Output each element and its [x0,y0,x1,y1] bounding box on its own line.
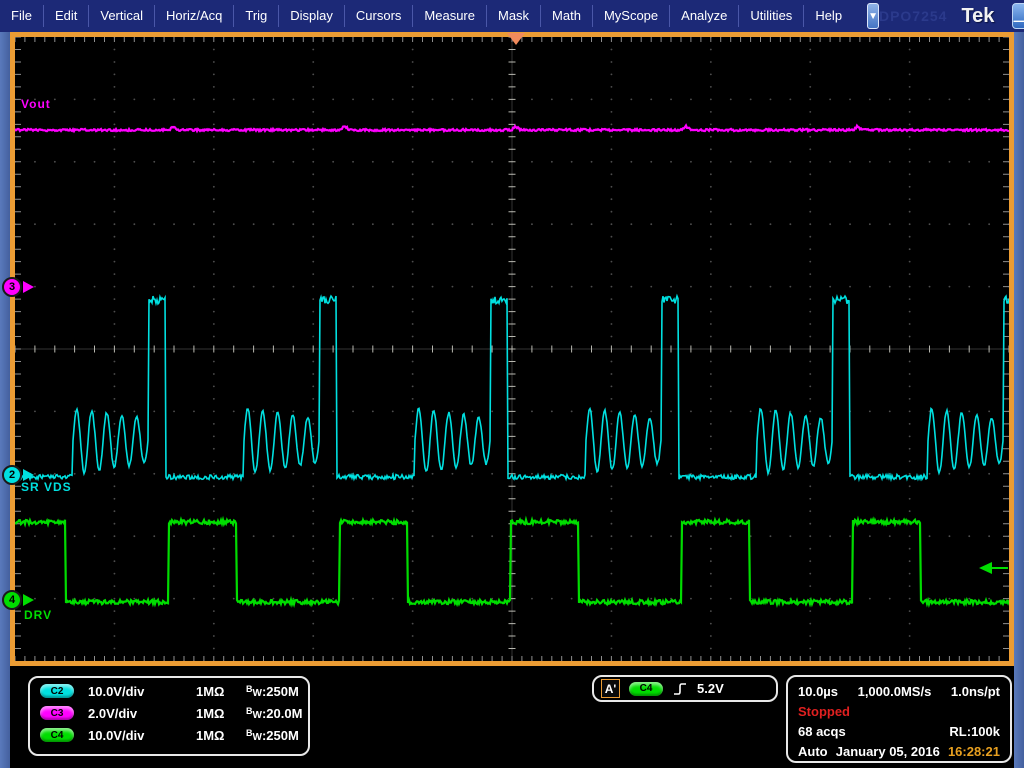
timebase-row: 10.0µs 1,000.0MS/s 1.0ns/pt [798,681,1000,701]
record-length: RL:100k [949,724,1000,739]
trigger-source-pill[interactable]: C4 [629,682,663,696]
tek-logo: Tek [961,5,994,28]
acq-state: Stopped [798,704,850,719]
c2-impedance: 1MΩ [196,684,246,699]
channel-4-arrow-icon [23,594,34,606]
acquisition-readout-box[interactable]: 10.0µs 1,000.0MS/s 1.0ns/pt Stopped 68 a… [786,675,1012,763]
time-per-div: 10.0µs [798,684,838,699]
right-window-strip [1014,32,1024,768]
channel-2-arrow-icon [23,469,34,481]
waveform-label-vout: Vout [21,97,51,111]
c2-bandwidth: BW:250M [246,684,299,699]
titlebar: File Edit Vertical Horiz/Acq Trig Displa… [0,0,1024,32]
channel-4-badge: 4 [2,590,22,610]
c3-scale: 2.0V/div [88,706,196,721]
oscilloscope-screen: { "colors": { "titlebar_bg": "#1c2977", … [0,0,1024,768]
menu-dropdown-button[interactable]: ▼ [867,3,879,29]
channel-readout-box[interactable]: C2 10.0V/div 1MΩ BW:250M C3 2.0V/div 1MΩ… [28,676,310,756]
menu-myscope[interactable]: MyScope [592,5,669,27]
graticule: Vout SR VDS DRV [15,37,1009,661]
menu-utilities[interactable]: Utilities [738,5,803,27]
trigger-position-marker[interactable] [507,33,525,45]
c3-impedance: 1MΩ [196,706,246,721]
menu-vertical[interactable]: Vertical [88,5,154,27]
chevron-down-icon: ▼ [868,11,878,22]
mode-date-row: Auto January 05, 2016 16:28:21 [798,741,1000,761]
model-watermark: DPO7254 [879,8,947,24]
c3-bandwidth: BW:20.0M [246,706,302,721]
c4-impedance: 1MΩ [196,728,246,743]
waveform-plot [15,37,1009,661]
trigger-mode: Auto [798,744,828,759]
channel-readout-row-c4[interactable]: C4 10.0V/div 1MΩ BW:250M [30,724,308,746]
menu-display[interactable]: Display [278,5,344,27]
menu-trig[interactable]: Trig [233,5,278,27]
minimize-icon: — [1013,17,1024,23]
sample-rate: 1,000.0MS/s [858,684,932,699]
minimize-button[interactable]: — [1012,3,1024,29]
clock-label: 16:28:21 [948,744,1000,759]
c3-pill[interactable]: C3 [40,706,74,720]
c4-bandwidth: BW:250M [246,728,299,743]
acq-count: 68 acqs [798,724,846,739]
rising-edge-icon [672,681,688,697]
c2-scale: 10.0V/div [88,684,196,699]
c2-pill[interactable]: C2 [40,684,74,698]
display-frame: Vout SR VDS DRV [10,32,1014,666]
menu-mask[interactable]: Mask [486,5,540,27]
c4-scale: 10.0V/div [88,728,196,743]
menu-help[interactable]: Help [803,5,853,27]
trigger-readout-box[interactable]: A' C4 5.2V [592,675,778,702]
channel-2-position-marker[interactable]: 2 [2,465,36,485]
channel-3-position-marker[interactable]: 3 [2,277,36,297]
menu-math[interactable]: Math [540,5,592,27]
acq-state-row: Stopped [798,701,1000,721]
menu-analyze[interactable]: Analyze [669,5,738,27]
menu-edit[interactable]: Edit [43,5,88,27]
channel-4-position-marker[interactable]: 4 [2,590,36,610]
trigger-level: 5.2V [697,681,724,696]
menu-horiz-acq[interactable]: Horiz/Acq [154,5,233,27]
c4-pill[interactable]: C4 [40,728,74,742]
channel-3-arrow-icon [23,281,34,293]
left-window-strip [0,32,10,768]
channel-2-badge: 2 [2,465,22,485]
date-label: January 05, 2016 [836,744,940,759]
menu-measure[interactable]: Measure [412,5,486,27]
channel-readout-row-c3[interactable]: C3 2.0V/div 1MΩ BW:20.0M [30,702,308,724]
menu-cursors[interactable]: Cursors [344,5,413,27]
menu-file[interactable]: File [0,5,43,27]
waveform-label-drv: DRV [24,608,52,622]
channel-readout-row-c2[interactable]: C2 10.0V/div 1MΩ BW:250M [30,680,308,702]
acq-count-row: 68 acqs RL:100k [798,721,1000,741]
channel-3-badge: 3 [2,277,22,297]
sample-interval: 1.0ns/pt [951,684,1000,699]
trigger-a-badge: A' [601,679,620,698]
